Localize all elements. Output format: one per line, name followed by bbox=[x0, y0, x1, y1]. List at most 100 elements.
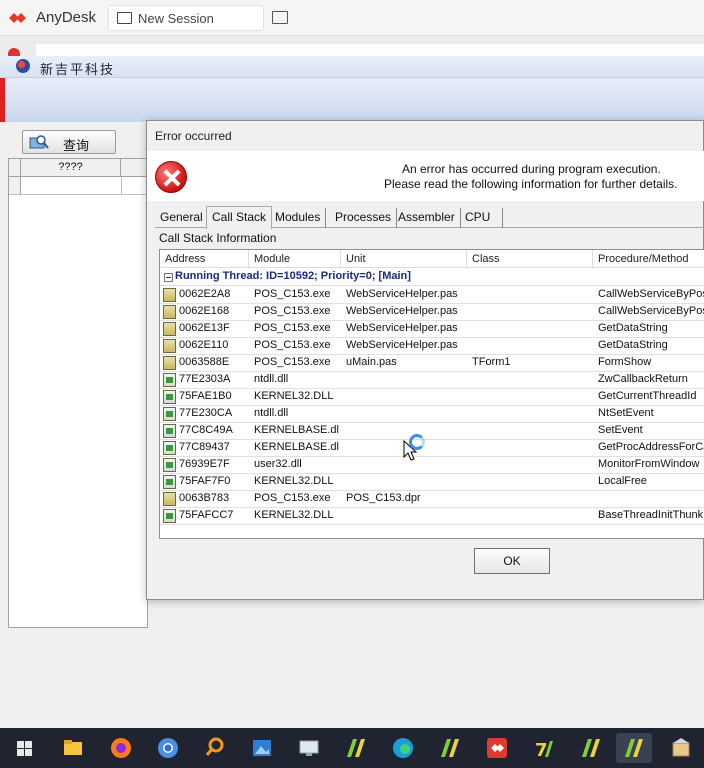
system-module-icon bbox=[163, 424, 176, 438]
chrome-icon[interactable] bbox=[153, 733, 183, 763]
package-module-icon bbox=[163, 339, 176, 353]
table-row[interactable]: 77C89437 KERNELBASE.dll GetProcAddressForC… bbox=[160, 440, 704, 457]
package-icon[interactable] bbox=[666, 733, 696, 763]
delphi-icon[interactable]: 7 bbox=[529, 733, 559, 763]
cell-class: TForm1 bbox=[472, 356, 511, 368]
table-row[interactable]: 75FAF7F0 KERNEL32.DLL LocalFree bbox=[160, 474, 704, 491]
cell-unit: POS_C153.dpr bbox=[346, 492, 421, 504]
column-header-unit[interactable]: Unit bbox=[341, 250, 467, 268]
table-row[interactable]: 76939E7F user32.dll MonitorFromWindow bbox=[160, 457, 704, 474]
system-module-icon bbox=[163, 407, 176, 421]
new-session-tab[interactable]: New Session bbox=[108, 5, 264, 31]
cell-module: KERNELBASE.dll bbox=[254, 441, 339, 453]
cell-procedure: MonitorFromWindow bbox=[598, 458, 700, 470]
app-title: 新吉平科技 bbox=[40, 63, 116, 78]
cell-address: 0063588E bbox=[179, 356, 230, 368]
cell-unit: WebServiceHelper.pas bbox=[346, 322, 458, 334]
cell-procedure: BaseThreadInitThunk bbox=[598, 509, 704, 521]
cell-procedure: GetDataString bbox=[598, 322, 668, 334]
company-logo-icon bbox=[16, 59, 30, 73]
data-grid[interactable]: ???? bbox=[8, 158, 149, 628]
cell-module: POS_C153.exe bbox=[254, 322, 331, 334]
busy-spinner-icon bbox=[409, 434, 425, 450]
call-stack-table[interactable]: Address Module Unit Class Procedure/Meth… bbox=[159, 249, 704, 539]
banner-red-edge bbox=[0, 78, 5, 122]
table-row[interactable]: 0062E2A8 POS_C153.exe WebServiceHelper.pas… bbox=[160, 287, 704, 304]
remote-desktop-icon[interactable] bbox=[294, 733, 324, 763]
table-row[interactable]: 0063B783 POS_C153.exe POS_C153.dpr bbox=[160, 491, 704, 508]
firefox-icon[interactable] bbox=[106, 733, 136, 763]
table-row[interactable]: 0062E13F POS_C153.exe WebServiceHelper.pas… bbox=[160, 321, 704, 338]
cell-procedure: GetProcAddressForCa bbox=[598, 441, 704, 453]
anydesk-icon[interactable] bbox=[482, 733, 512, 763]
tab-cpu[interactable]: CPU bbox=[460, 208, 503, 228]
grid-cell-divider bbox=[121, 177, 122, 194]
tab-general[interactable]: General bbox=[155, 208, 209, 228]
table-row[interactable]: 77E230CA ntdll.dll NtSetEvent bbox=[160, 406, 704, 423]
thread-group-row[interactable]: Running Thread: ID=10592; Priority=0; [M… bbox=[160, 269, 704, 286]
cell-module: ntdll.dll bbox=[254, 373, 289, 385]
grid-header-cell[interactable]: ???? bbox=[21, 159, 121, 177]
cell-unit: WebServiceHelper.pas bbox=[346, 339, 458, 351]
query-button-label: 查询 bbox=[63, 138, 90, 153]
cell-procedure: GetCurrentThreadId bbox=[598, 390, 697, 402]
cell-unit: WebServiceHelper.pas bbox=[346, 305, 458, 317]
cell-address: 76939E7F bbox=[179, 458, 230, 470]
table-row[interactable]: 75FAE1B0 KERNEL32.DLL GetCurrentThreadId bbox=[160, 389, 704, 406]
tab-modules[interactable]: Modules bbox=[270, 208, 327, 228]
table-row[interactable]: 77C8C49A KERNELBASE.dll SetEvent bbox=[160, 423, 704, 440]
cell-module: POS_C153.exe bbox=[254, 288, 331, 300]
call-stack-label: Call Stack Information bbox=[159, 231, 277, 245]
cell-module: POS_C153.exe bbox=[254, 339, 331, 351]
column-header-class[interactable]: Class bbox=[467, 250, 593, 268]
cell-address: 77E230CA bbox=[179, 407, 233, 419]
new-session-label: New Session bbox=[138, 11, 214, 26]
cell-procedure: ZwCallbackReturn bbox=[598, 373, 688, 385]
cell-address: 75FAF7F0 bbox=[179, 475, 231, 487]
table-row[interactable]: 75FAFCC7 KERNEL32.DLL BaseThreadInitThunk bbox=[160, 508, 704, 525]
display-icon[interactable] bbox=[272, 11, 288, 24]
edge-icon[interactable] bbox=[388, 733, 418, 763]
pos-app-icon[interactable] bbox=[576, 733, 606, 763]
grid-row[interactable] bbox=[9, 177, 149, 195]
cell-procedure: NtSetEvent bbox=[598, 407, 654, 419]
column-header-address[interactable]: Address bbox=[160, 250, 249, 268]
column-header-module[interactable]: Module bbox=[249, 250, 341, 268]
cell-address: 0062E2A8 bbox=[179, 288, 231, 300]
pos-app-icon[interactable] bbox=[435, 733, 465, 763]
system-module-icon bbox=[163, 390, 176, 404]
column-header-procedure[interactable]: Procedure/Method bbox=[593, 250, 704, 268]
tab-call-stack[interactable]: Call Stack bbox=[206, 206, 273, 229]
svg-text:7: 7 bbox=[535, 740, 548, 761]
query-button[interactable]: 查询 bbox=[22, 130, 116, 154]
package-module-icon bbox=[163, 288, 176, 302]
system-module-icon bbox=[163, 458, 176, 472]
start-icon[interactable] bbox=[10, 733, 40, 763]
photos-icon[interactable] bbox=[247, 733, 277, 763]
table-row[interactable]: 77E2303A ntdll.dll ZwCallbackReturn bbox=[160, 372, 704, 389]
table-row[interactable]: 0062E110 POS_C153.exe WebServiceHelper.pas… bbox=[160, 338, 704, 355]
tab-processes[interactable]: Processes bbox=[330, 208, 398, 228]
anydesk-toolbar: AnyDesk New Session bbox=[0, 0, 704, 36]
file-explorer-icon[interactable] bbox=[58, 733, 88, 763]
package-module-icon bbox=[163, 356, 176, 370]
grid-corner bbox=[9, 159, 21, 177]
pos-app-icon[interactable] bbox=[616, 733, 652, 763]
cell-procedure: CallWebServiceByPost bbox=[598, 288, 704, 300]
error-message-line2: Please read the following information fo… bbox=[384, 177, 678, 191]
collapse-icon[interactable] bbox=[164, 273, 173, 282]
cell-module: KERNEL32.DLL bbox=[254, 390, 334, 402]
thread-label: Running Thread: ID=10592; Priority=0; [M… bbox=[175, 270, 411, 282]
grid-row-selector[interactable] bbox=[9, 177, 21, 194]
ok-button[interactable]: OK bbox=[474, 548, 550, 574]
monitor-icon bbox=[117, 12, 132, 24]
tab-assembler[interactable]: Assembler bbox=[393, 208, 461, 228]
table-row[interactable]: 0063588E POS_C153.exe uMain.pas TForm1 FormS… bbox=[160, 355, 704, 372]
table-row[interactable]: 0062E168 POS_C153.exe WebServiceHelper.pas… bbox=[160, 304, 704, 321]
cell-address: 77C8C49A bbox=[179, 424, 233, 436]
system-module-icon bbox=[163, 373, 176, 387]
search-magnifier-icon[interactable] bbox=[200, 733, 230, 763]
pos-app-icon[interactable] bbox=[341, 733, 371, 763]
query-icon bbox=[29, 135, 49, 149]
cell-address: 77C89437 bbox=[179, 441, 230, 453]
